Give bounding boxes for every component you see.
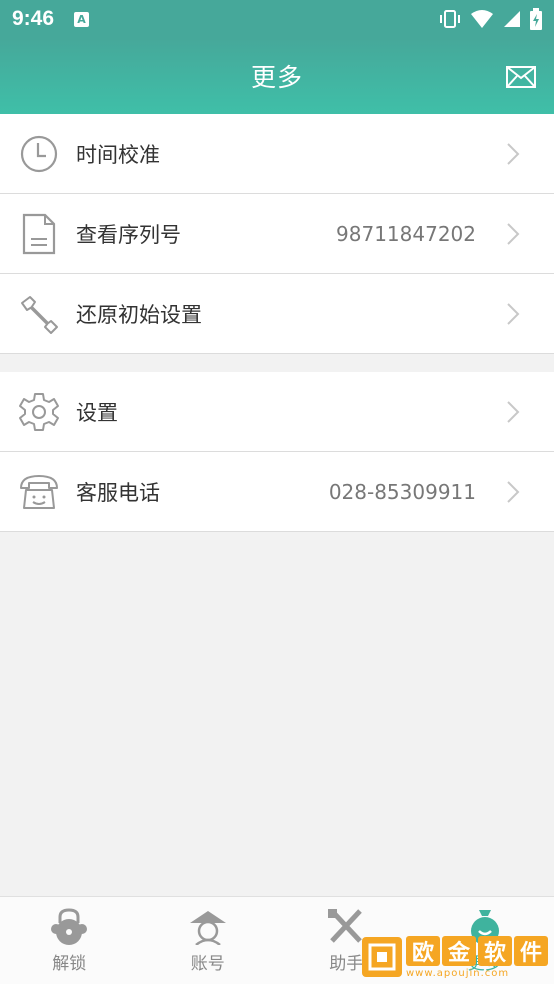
phone-number-value: 028-85309911: [328, 479, 476, 504]
menu-item-customer-service[interactable]: 客服电话 028-85309911: [0, 452, 554, 532]
page-title: 更多: [250, 63, 303, 92]
menu-item-serial-number[interactable]: 查看序列号 98711847202: [0, 194, 554, 274]
chevron-right-icon: [507, 143, 520, 165]
account-icon: [189, 911, 226, 945]
serial-number-value: 98711847202: [336, 221, 476, 246]
menu-group-1: 时间校准 查看序列号 98711847202 还原初始设置: [0, 114, 554, 354]
vibrate-icon: [440, 10, 460, 28]
menu-item-settings[interactable]: 设置: [0, 372, 554, 452]
menu-item-label: 设置: [76, 400, 118, 425]
chevron-right-icon: [507, 401, 520, 423]
document-icon: [22, 213, 56, 254]
clock-icon: [20, 135, 58, 172]
wifi-icon: [471, 10, 493, 28]
app-notification-icon: A: [74, 11, 90, 27]
tab-account[interactable]: 账号: [139, 897, 278, 984]
mail-icon[interactable]: [506, 66, 536, 88]
tab-label: 账号: [190, 954, 225, 974]
chevron-right-icon: [507, 481, 520, 503]
tab-unlock[interactable]: 解锁: [0, 897, 139, 984]
chevron-right-icon: [507, 303, 520, 325]
wrench-icon: [21, 295, 58, 334]
watermark-char: 软: [478, 935, 512, 966]
status-time: 9:46: [12, 7, 55, 30]
battery-icon: [530, 8, 542, 30]
watermark: 欧 金 软 件 www.apoujin.com: [362, 930, 554, 984]
chevron-right-icon: [507, 223, 520, 245]
menu-item-time-calibration[interactable]: 时间校准: [0, 114, 554, 194]
gear-icon: [19, 392, 59, 431]
phone-icon: [20, 474, 58, 509]
menu-item-factory-reset[interactable]: 还原初始设置: [0, 274, 554, 354]
header: 更多: [0, 38, 554, 114]
menu-item-label: 还原初始设置: [76, 302, 202, 327]
assistant-icon: [328, 909, 363, 943]
watermark-char: 欧: [406, 935, 440, 966]
tab-label: 解锁: [52, 954, 87, 974]
menu-item-label: 时间校准: [76, 142, 160, 167]
watermark-char: 金: [442, 935, 476, 966]
unlock-icon: [51, 908, 88, 945]
watermark-char: 件: [514, 935, 548, 966]
tab-label: 助手: [329, 954, 364, 974]
menu-item-label: 客服电话: [76, 480, 160, 505]
menu-item-label: 查看序列号: [76, 222, 181, 247]
status-bar: 9:46 A: [0, 0, 554, 38]
signal-icon: [504, 11, 520, 27]
watermark-logo-icon: [362, 937, 402, 977]
watermark-url: www.apoujin.com: [406, 967, 510, 979]
menu-group-2: 设置 客服电话 028-85309911: [0, 372, 554, 532]
